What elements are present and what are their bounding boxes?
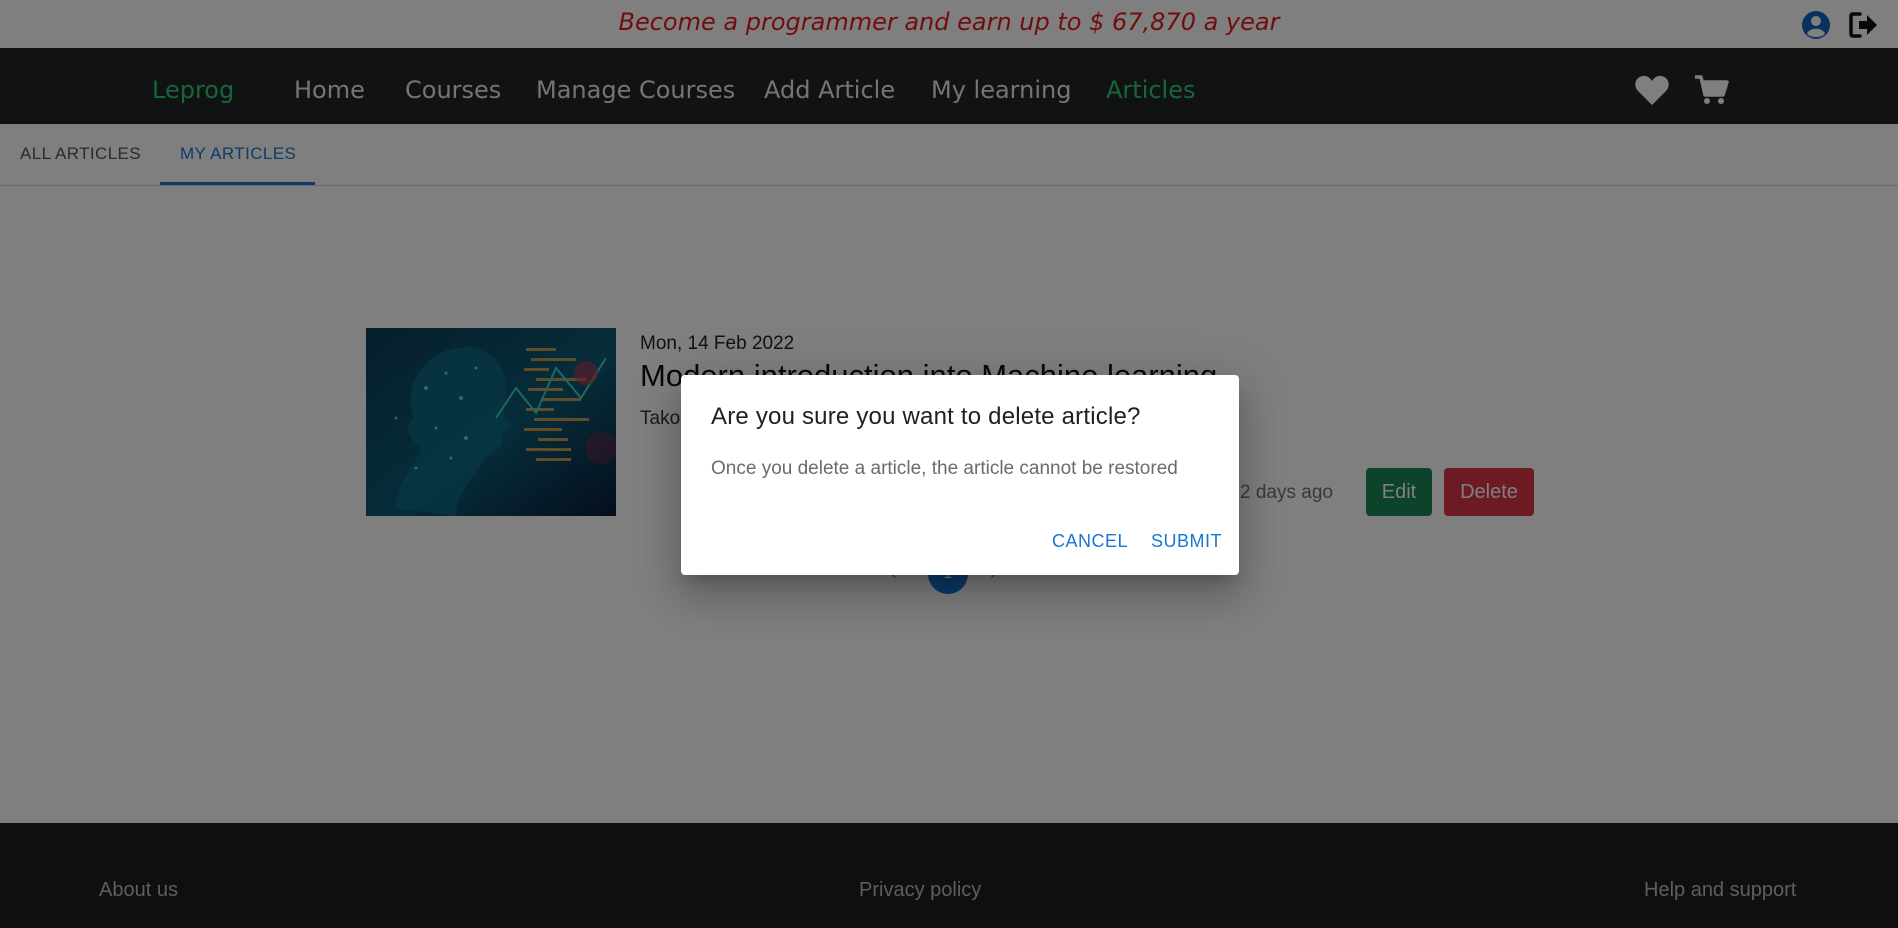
dialog-message: Once you delete a article, the article c…: [711, 458, 1178, 479]
delete-confirm-dialog: Are you sure you want to delete article?…: [681, 375, 1239, 575]
dialog-title: Are you sure you want to delete article?: [711, 403, 1141, 430]
submit-button[interactable]: SUBMIT: [1151, 531, 1222, 552]
cancel-button[interactable]: CANCEL: [1052, 531, 1128, 552]
